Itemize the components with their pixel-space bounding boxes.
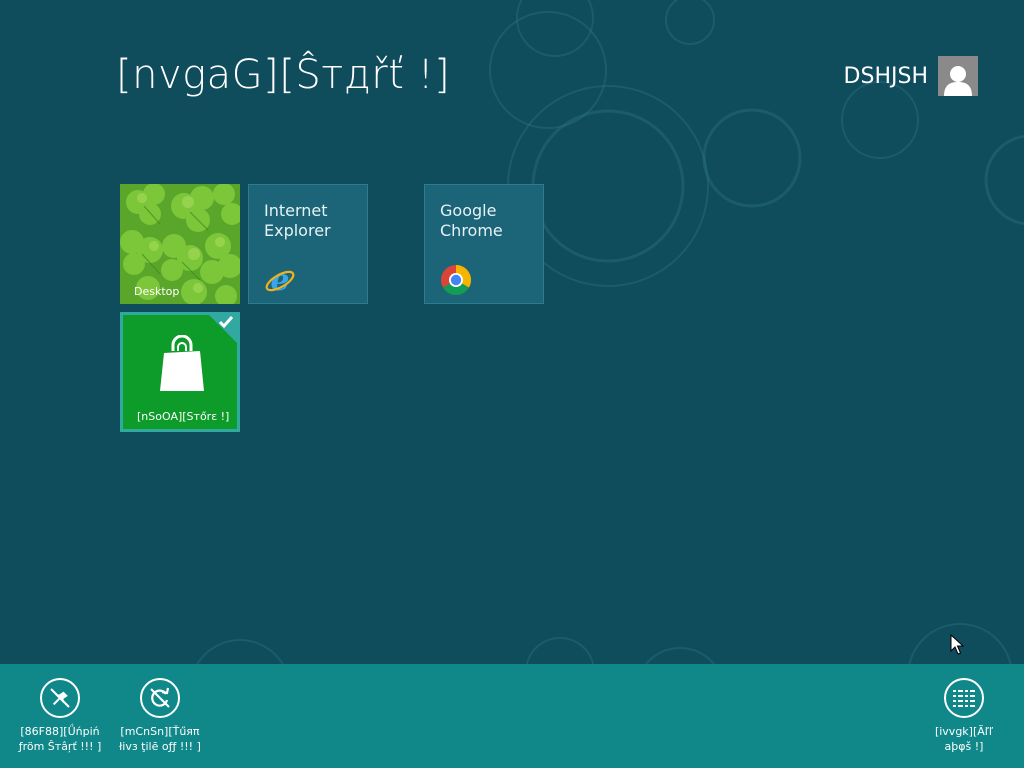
app-bar: [86F88][Ǘńpiń ƒröm Ŝтâŗť !!! ] [mCnSn][Ť…: [0, 664, 1024, 768]
tile-store[interactable]: [nSoOA][Sтőrε !]: [120, 312, 240, 432]
unpin-icon: [40, 678, 80, 718]
svg-text:e: e: [270, 264, 289, 296]
unpin-label: [86F88][Ǘńpiń ƒröm Ŝтâŗť !!! ]: [18, 725, 102, 753]
mouse-cursor-icon: [950, 634, 964, 655]
start-screen: [nvgaG][Ŝтдřť !] DSHJSH Desktop Internet…: [0, 0, 1024, 768]
tile-google-chrome[interactable]: Google Chrome: [424, 184, 544, 304]
internet-explorer-icon: e: [265, 264, 295, 296]
all-apps-button[interactable]: [ivvgk][Ãľľ aþφš !]: [914, 678, 1014, 754]
all-apps-icon: [944, 678, 984, 718]
tile-desktop[interactable]: Desktop: [120, 184, 240, 304]
live-tile-off-icon: [140, 678, 180, 718]
unpin-from-start-button[interactable]: [86F88][Ǘńpiń ƒröm Ŝтâŗť !!! ]: [10, 678, 110, 754]
chrome-icon: [441, 265, 472, 296]
tile-store-label: [nSoOA][Sтőrε !]: [137, 410, 230, 423]
tile-desktop-label: Desktop: [134, 285, 180, 298]
tile-google-chrome-label: Google Chrome: [440, 201, 503, 240]
store-bag-icon: [160, 335, 204, 391]
turn-live-tile-off-button[interactable]: [mCnSn][Ťűяπ łivз ţilē oƒƒ !!! ]: [110, 678, 210, 754]
all-apps-label: [ivvgk][Ãľľ aþφš !]: [934, 725, 994, 753]
tile-internet-explorer-label: Internet Explorer: [264, 201, 331, 240]
turn-live-tile-off-label: [mCnSn][Ťűяπ łivз ţilē oƒƒ !!! ]: [119, 725, 201, 753]
tile-internet-explorer[interactable]: Internet Explorer e: [248, 184, 368, 304]
selected-checkmark-icon: [209, 315, 237, 343]
user-avatar-icon: [938, 56, 978, 96]
user-account[interactable]: DSHJSH: [844, 56, 978, 96]
page-title: [nvgaG][Ŝтдřť !]: [116, 52, 451, 98]
user-name: DSHJSH: [843, 63, 928, 89]
